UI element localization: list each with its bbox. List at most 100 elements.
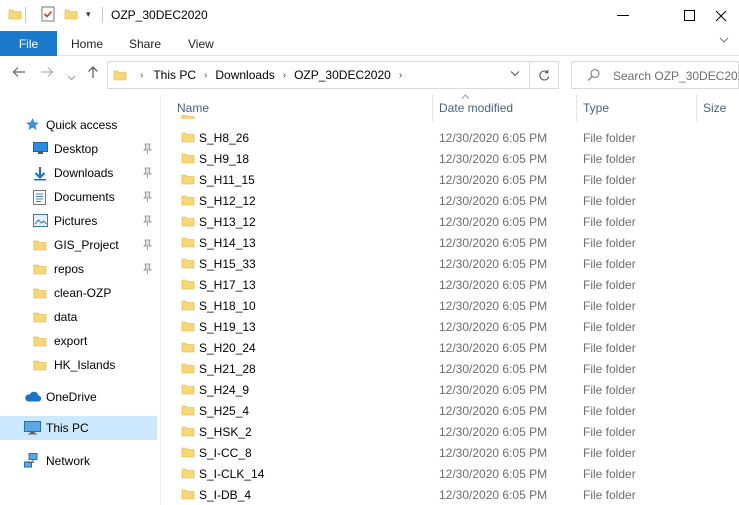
file-type: File folder (583, 299, 636, 313)
chevron-right-icon[interactable]: › (140, 70, 143, 81)
address-history-button[interactable] (510, 69, 520, 80)
file-date-modified: 12/30/2020 6:05 PM (439, 362, 548, 376)
table-row[interactable]: S_HSK_2 12/30/2020 6:05 PM File folder (161, 421, 739, 442)
pin-icon[interactable] (143, 167, 152, 181)
pin-icon[interactable] (143, 239, 152, 253)
table-row[interactable]: S_H12_12 12/30/2020 6:05 PM File folder (161, 190, 739, 211)
sidebar-item-clean-ozp[interactable]: clean-OZP (0, 281, 157, 305)
breadcrumb-this-pc[interactable]: This PC (153, 68, 196, 82)
breadcrumb-current[interactable]: OZP_30DEC2020 (294, 68, 391, 82)
star-icon (25, 117, 40, 132)
column-separator[interactable] (576, 94, 577, 122)
sidebar-item-quick-access[interactable]: Quick access (0, 113, 157, 137)
tab-home[interactable]: Home (71, 31, 103, 56)
table-row[interactable]: S_H21_28 12/30/2020 6:05 PM File folder (161, 358, 739, 379)
file-name: S_H24_9 (199, 383, 250, 397)
address-bar[interactable]: › This PC › Downloads › OZP_30DEC2020 › (107, 61, 530, 89)
table-row[interactable]: S_H13_12 12/30/2020 6:05 PM File folder (161, 211, 739, 232)
properties-icon[interactable] (41, 6, 55, 25)
sidebar-item-network[interactable]: Network (0, 449, 157, 473)
refresh-button[interactable] (529, 61, 559, 89)
sidebar-item-onedrive[interactable]: OneDrive (0, 385, 157, 409)
table-row[interactable]: S_H19_13 12/30/2020 6:05 PM File folder (161, 316, 739, 337)
search-box[interactable]: Search OZP_30DEC2020 (571, 61, 739, 89)
desktop-icon (33, 142, 48, 155)
file-date-modified: 12/30/2020 6:05 PM (439, 194, 548, 208)
file-name: S_H19_13 (199, 320, 256, 334)
chevron-right-icon[interactable]: › (283, 70, 286, 81)
file-name: S_H12_12 (199, 194, 256, 208)
download-arrow-icon (33, 166, 47, 181)
sidebar-item-label: Desktop (54, 142, 99, 156)
pin-icon[interactable] (143, 215, 152, 229)
tab-share[interactable]: Share (129, 31, 161, 56)
table-row[interactable]: S_H8_26 12/30/2020 6:05 PM File folder (161, 127, 739, 148)
search-input[interactable]: Search OZP_30DEC2020 (613, 69, 739, 83)
file-type: File folder (583, 383, 636, 397)
file-type: File folder (583, 362, 636, 376)
table-row[interactable]: S_I-CLK_14 12/30/2020 6:05 PM File folder (161, 463, 739, 484)
breadcrumb-downloads[interactable]: Downloads (215, 68, 274, 82)
sidebar-item-documents[interactable]: Documents (0, 185, 157, 209)
sidebar-item-label: export (54, 334, 88, 348)
sidebar-item-desktop[interactable]: Desktop (0, 137, 157, 161)
table-row[interactable]: S_H11_15 12/30/2020 6:05 PM File folder (161, 169, 739, 190)
table-row[interactable]: S_I-CC_8 12/30/2020 6:05 PM File folder (161, 442, 739, 463)
sidebar-item-downloads[interactable]: Downloads (0, 161, 157, 185)
table-row[interactable]: S_H24_9 12/30/2020 6:05 PM File folder (161, 379, 739, 400)
pin-icon[interactable] (143, 143, 152, 157)
file-type: File folder (583, 404, 636, 418)
table-row[interactable]: S_H25_4 12/30/2020 6:05 PM File folder (161, 400, 739, 421)
sidebar-item-export[interactable]: export (0, 329, 157, 353)
pin-icon[interactable] (143, 263, 152, 277)
sidebar-item-data[interactable]: data (0, 305, 157, 329)
table-row[interactable]: S_H14_13 12/30/2020 6:05 PM File folder (161, 232, 739, 253)
table-row[interactable]: S_H18_10 12/30/2020 6:05 PM File folder (161, 295, 739, 316)
new-folder-icon[interactable] (64, 7, 78, 21)
sidebar-item-pictures[interactable]: Pictures (0, 209, 157, 233)
file-type: File folder (583, 173, 636, 187)
folder-icon (181, 382, 195, 396)
folder-icon (181, 466, 195, 480)
pin-icon[interactable] (143, 191, 152, 205)
search-icon (587, 68, 601, 85)
file-name: S_H17_13 (199, 278, 256, 292)
tab-view[interactable]: View (188, 31, 214, 56)
close-button[interactable] (698, 0, 739, 31)
sidebar-item-gis-project[interactable]: GIS_Project (0, 233, 157, 257)
column-header-date-modified[interactable]: Date modified (439, 94, 513, 122)
table-row[interactable]: S_H9_18 12/30/2020 6:05 PM File folder (161, 148, 739, 169)
up-button[interactable] (87, 65, 99, 83)
file-name: S_H20_24 (199, 341, 256, 355)
chevron-right-icon[interactable]: › (399, 70, 402, 81)
file-date-modified: 12/30/2020 6:05 PM (439, 446, 548, 460)
column-header-type[interactable]: Type (583, 94, 609, 122)
sidebar-item-repos[interactable]: repos (0, 257, 157, 281)
chevron-right-icon[interactable]: › (204, 70, 207, 81)
network-icon (24, 453, 41, 469)
sidebar-item-hk-islands[interactable]: HK_Islands (0, 353, 157, 377)
folder-icon (181, 319, 195, 333)
minimize-button[interactable] (600, 0, 646, 31)
column-header-size[interactable]: Size (703, 94, 726, 122)
column-separator[interactable] (432, 94, 433, 122)
table-row[interactable]: S_H15_33 12/30/2020 6:05 PM File folder (161, 253, 739, 274)
file-date-modified: 12/30/2020 6:05 PM (439, 341, 548, 355)
tab-file[interactable]: File (0, 31, 57, 56)
refresh-icon (538, 69, 549, 80)
partial-row-above (181, 115, 195, 119)
file-name: S_HSK_2 (199, 425, 252, 439)
folder-icon[interactable] (8, 7, 22, 21)
back-button[interactable] (12, 65, 26, 82)
forward-button[interactable] (40, 65, 54, 82)
sidebar-item-this-pc[interactable]: This PC (0, 416, 157, 440)
customize-toolbar-icon[interactable]: ▾ (86, 9, 91, 20)
recent-locations-button[interactable] (67, 68, 76, 85)
table-row[interactable]: S_H20_24 12/30/2020 6:05 PM File folder (161, 337, 739, 358)
table-row[interactable]: S_H17_13 12/30/2020 6:05 PM File folder (161, 274, 739, 295)
file-type: File folder (583, 131, 636, 145)
table-row[interactable]: S_I-DB_4 12/30/2020 6:05 PM File folder (161, 484, 739, 505)
file-type: File folder (583, 467, 636, 481)
expand-ribbon-icon[interactable] (719, 36, 729, 47)
column-separator[interactable] (696, 94, 697, 122)
